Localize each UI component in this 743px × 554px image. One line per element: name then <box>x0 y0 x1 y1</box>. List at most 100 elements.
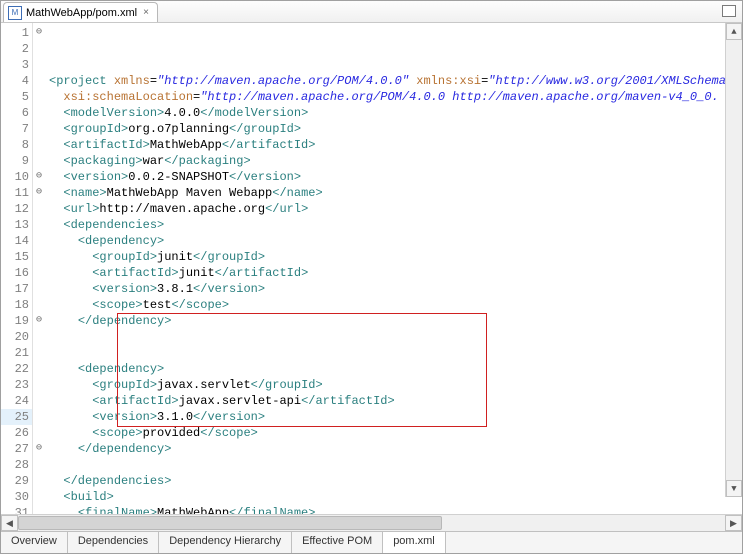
code-line[interactable]: <version>3.1.0</version> <box>49 409 742 425</box>
code-line[interactable]: <groupId>junit</groupId> <box>49 249 742 265</box>
file-tab-label: MathWebApp/pom.xml <box>26 7 137 19</box>
fold-spacer <box>33 89 45 105</box>
code-line[interactable]: <groupId>org.o7planning</groupId> <box>49 121 742 137</box>
line-number-gutter: 1234567891011121314151617181920212223242… <box>1 23 33 514</box>
code-line[interactable]: <url>http://maven.apache.org</url> <box>49 201 742 217</box>
code-line[interactable]: <dependency> <box>49 233 742 249</box>
fold-toggle-icon[interactable] <box>33 441 45 457</box>
code-line[interactable]: <dependency> <box>49 361 742 377</box>
code-line[interactable]: <modelVersion>4.0.0</modelVersion> <box>49 105 742 121</box>
line-number: 21 <box>1 345 32 361</box>
line-number: 14 <box>1 233 32 249</box>
code-line[interactable] <box>49 345 742 361</box>
scroll-left-icon[interactable]: ◀ <box>1 515 18 531</box>
fold-spacer <box>33 457 45 473</box>
bottom-tabbar: OverviewDependenciesDependency Hierarchy… <box>1 531 742 553</box>
fold-toggle-icon[interactable] <box>33 185 45 201</box>
fold-column[interactable] <box>33 23 45 514</box>
horizontal-scrollbar[interactable]: ◀ ▶ <box>1 514 742 531</box>
close-tab-icon[interactable]: × <box>141 8 151 18</box>
fold-spacer <box>33 505 45 514</box>
code-line[interactable]: <build> <box>49 489 742 505</box>
code-line[interactable]: <version>0.0.2-SNAPSHOT</version> <box>49 169 742 185</box>
scroll-down-icon[interactable]: ▼ <box>726 480 742 497</box>
code-line[interactable]: <name>MathWebApp Maven Webapp</name> <box>49 185 742 201</box>
scroll-up-icon[interactable]: ▲ <box>726 23 742 40</box>
code-line[interactable]: <packaging>war</packaging> <box>49 153 742 169</box>
code-line[interactable]: <groupId>javax.servlet</groupId> <box>49 377 742 393</box>
fold-spacer <box>33 377 45 393</box>
code-line[interactable]: <artifactId>MathWebApp</artifactId> <box>49 137 742 153</box>
line-number: 29 <box>1 473 32 489</box>
fold-spacer <box>33 281 45 297</box>
fold-spacer <box>33 265 45 281</box>
fold-spacer <box>33 473 45 489</box>
line-number: 12 <box>1 201 32 217</box>
fold-spacer <box>33 121 45 137</box>
bottom-tab-pom.xml[interactable]: pom.xml <box>383 532 446 553</box>
bottom-tab-dependency-hierarchy[interactable]: Dependency Hierarchy <box>159 532 292 553</box>
code-line[interactable]: <version>3.8.1</version> <box>49 281 742 297</box>
hscroll-track[interactable] <box>18 515 725 531</box>
fold-spacer <box>33 233 45 249</box>
line-number: 7 <box>1 121 32 137</box>
line-number: 31 <box>1 505 32 514</box>
file-tab[interactable]: M MathWebApp/pom.xml × <box>3 2 158 22</box>
hscroll-thumb[interactable] <box>18 516 442 530</box>
line-number: 4 <box>1 73 32 89</box>
line-number: 22 <box>1 361 32 377</box>
fold-spacer <box>33 201 45 217</box>
code-line[interactable] <box>49 457 742 473</box>
fold-spacer <box>33 153 45 169</box>
line-number: 10 <box>1 169 32 185</box>
editor-wrap: 1234567891011121314151617181920212223242… <box>1 23 742 531</box>
fold-spacer <box>33 105 45 121</box>
fold-toggle-icon[interactable] <box>33 25 45 41</box>
fold-spacer <box>33 425 45 441</box>
code-line[interactable]: </dependencies> <box>49 473 742 489</box>
fold-spacer <box>33 249 45 265</box>
line-number: 8 <box>1 137 32 153</box>
code-line[interactable]: <finalName>MathWebApp</finalName> <box>49 505 742 514</box>
line-number: 26 <box>1 425 32 441</box>
fold-spacer <box>33 41 45 57</box>
bottom-tab-effective-pom[interactable]: Effective POM <box>292 532 383 553</box>
line-number: 5 <box>1 89 32 105</box>
fold-spacer <box>33 57 45 73</box>
fold-spacer <box>33 297 45 313</box>
code-line[interactable]: <scope>test</scope> <box>49 297 742 313</box>
line-number: 19 <box>1 313 32 329</box>
code-line[interactable]: <dependencies> <box>49 217 742 233</box>
code-line[interactable]: xsi:schemaLocation="http://maven.apache.… <box>49 89 742 105</box>
code-line[interactable]: </dependency> <box>49 441 742 457</box>
code-area[interactable]: <project xmlns="http://maven.apache.org/… <box>45 23 742 514</box>
code-line[interactable]: </dependency> <box>49 313 742 329</box>
restore-icon[interactable] <box>724 7 736 17</box>
fold-toggle-icon[interactable] <box>33 169 45 185</box>
bottom-tab-dependencies[interactable]: Dependencies <box>68 532 159 553</box>
tabbar-toolbar <box>724 1 742 22</box>
line-number: 15 <box>1 249 32 265</box>
code-line[interactable]: <artifactId>junit</artifactId> <box>49 265 742 281</box>
scroll-right-icon[interactable]: ▶ <box>725 515 742 531</box>
line-number: 3 <box>1 57 32 73</box>
fold-toggle-icon[interactable] <box>33 313 45 329</box>
line-number: 24 <box>1 393 32 409</box>
vscroll-track[interactable] <box>726 40 742 480</box>
xml-file-icon: M <box>8 6 22 20</box>
bottom-tab-overview[interactable]: Overview <box>1 532 68 553</box>
fold-spacer <box>33 329 45 345</box>
vertical-scrollbar[interactable]: ▲ ▼ <box>725 23 742 497</box>
code-line[interactable]: <project xmlns="http://maven.apache.org/… <box>49 73 742 89</box>
fold-spacer <box>33 137 45 153</box>
fold-spacer <box>33 361 45 377</box>
line-number: 25 <box>1 409 32 425</box>
code-line[interactable]: <scope>provided</scope> <box>49 425 742 441</box>
code-line[interactable] <box>49 329 742 345</box>
code-editor[interactable]: 1234567891011121314151617181920212223242… <box>1 23 742 514</box>
line-number: 2 <box>1 41 32 57</box>
line-number: 18 <box>1 297 32 313</box>
line-number: 16 <box>1 265 32 281</box>
code-line[interactable]: <artifactId>javax.servlet-api</artifactI… <box>49 393 742 409</box>
fold-spacer <box>33 393 45 409</box>
